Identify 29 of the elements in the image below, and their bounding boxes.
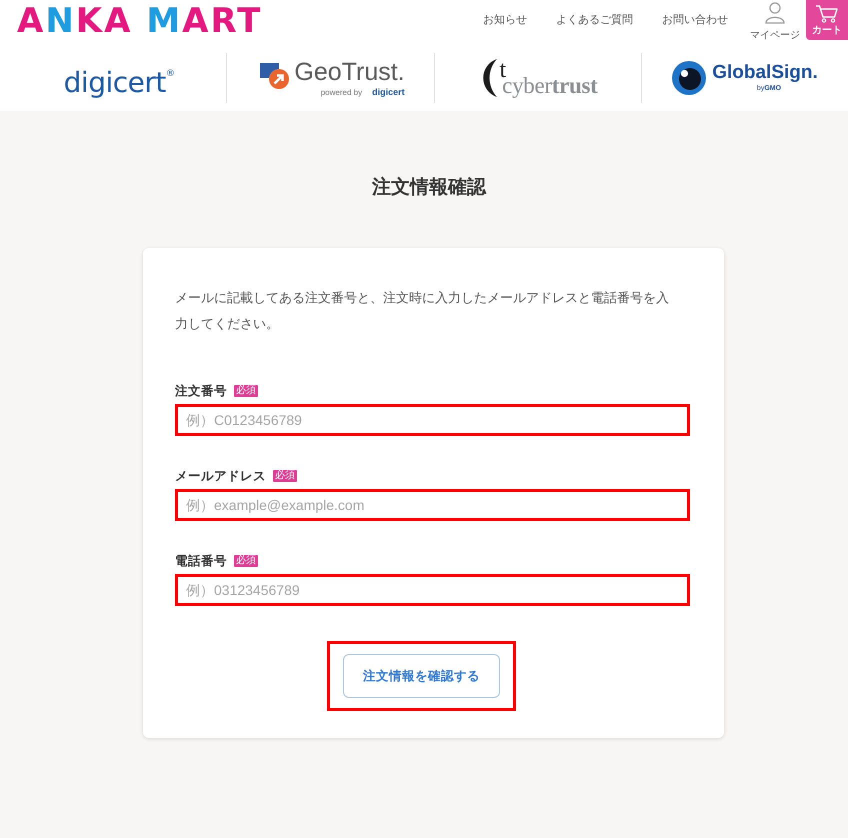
page-title: 注文情報確認 [370, 175, 486, 200]
field-label: 電話番号 [175, 552, 227, 570]
person-icon [765, 2, 785, 24]
field-label: 注文番号 [175, 382, 227, 400]
required-badge: 必須 [273, 470, 297, 482]
nav-link[interactable]: お問い合わせ [662, 12, 728, 28]
mypage-link[interactable]: マイページ [750, 2, 800, 42]
nav-link[interactable]: よくあるご質問 [556, 12, 633, 28]
circle-arrow-logo-icon [260, 62, 290, 90]
store-logo[interactable]: ANKA MART [17, 3, 262, 39]
eye-icon [672, 61, 706, 95]
cart-icon [815, 4, 839, 22]
input-field[interactable]: 例）example@example.com [175, 489, 690, 521]
input-field[interactable]: 例）C0123456789 [175, 404, 690, 436]
input-field[interactable]: 例）03123456789 [175, 574, 690, 606]
logo-wordmark: GlobalSign. [712, 62, 818, 82]
required-badge: 必須 [234, 555, 258, 567]
field-label: メールアドレス [175, 467, 266, 485]
nav-link[interactable]: お知らせ [483, 12, 527, 28]
logo-emblem-letter: t [499, 57, 506, 83]
confirm-button[interactable]: 注文情報を確認する [343, 654, 500, 698]
required-badge: 必須 [234, 385, 258, 397]
crescent-icon [482, 59, 498, 97]
cart-button[interactable]: カート [806, 0, 848, 40]
logo-tagline: powered by [320, 88, 362, 98]
logo-tagline-brand: digicert [372, 87, 405, 97]
logo-wordmark: GeoTrust. [294, 58, 405, 86]
logo-wordmark: digicert$^{®}$ [64, 64, 174, 100]
instruction-text: メールに記載してある注文番号と、注文時に入力したメールアドレスと電話番号を入力してください。 [175, 290, 670, 334]
